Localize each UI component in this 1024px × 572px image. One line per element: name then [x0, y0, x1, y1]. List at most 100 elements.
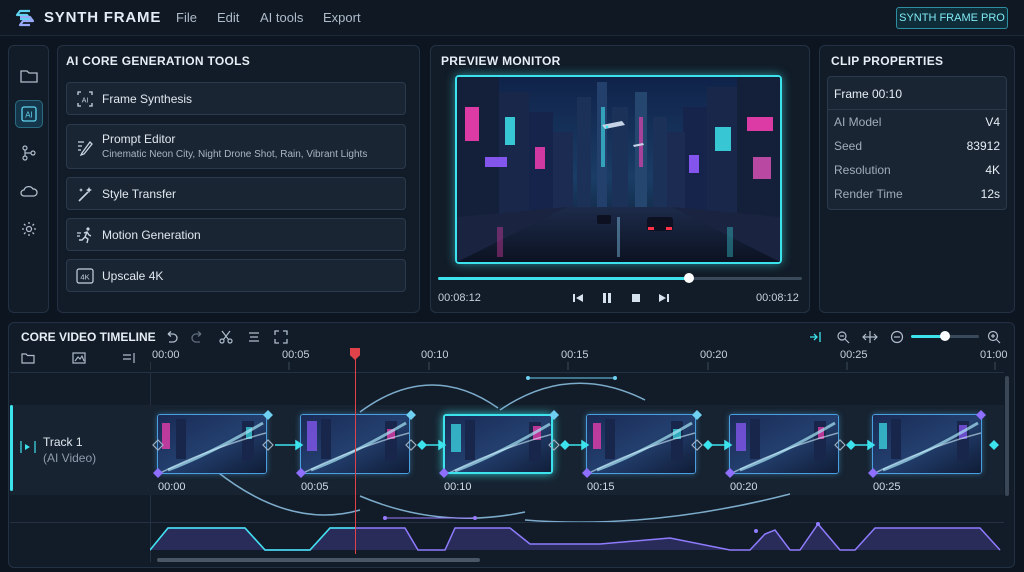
- fullscreen-button[interactable]: [273, 329, 289, 345]
- clip-time: 00:05: [301, 481, 329, 493]
- menu-ai-tools[interactable]: AI tools: [260, 10, 303, 25]
- skip-back-button[interactable]: [570, 290, 586, 306]
- zoom-search-button[interactable]: [835, 329, 851, 345]
- prop-label: Resolution: [834, 163, 891, 177]
- horizontal-scrollbar[interactable]: [157, 558, 480, 562]
- left-rail: AI: [8, 45, 49, 313]
- cut-button[interactable]: [218, 329, 234, 345]
- prompt-text[interactable]: Cinematic Neon City, Night Drone Shot, R…: [102, 149, 367, 160]
- tool-label: Upscale 4K: [102, 269, 164, 283]
- tool-style-transfer[interactable]: Style Transfer: [66, 177, 406, 210]
- automation-curve[interactable]: [150, 520, 1006, 556]
- skip-forward-button[interactable]: [656, 290, 672, 306]
- skip-forward-icon: [659, 294, 669, 302]
- track-type: (AI Video): [43, 451, 97, 465]
- gear-icon: [22, 222, 36, 236]
- pause-button[interactable]: [599, 290, 615, 306]
- prop-row-render-time: Render Time 12s: [834, 187, 1000, 203]
- tool-upscale-4k[interactable]: 4K Upscale 4K: [66, 259, 406, 292]
- zoom-slider[interactable]: [911, 331, 979, 341]
- branch-icon: [22, 145, 36, 161]
- clip-time: 00:15: [587, 481, 615, 493]
- rail-ai-button[interactable]: AI: [15, 100, 43, 128]
- clip-time: 00:00: [158, 481, 186, 493]
- frame-label: Frame 00:10: [834, 87, 903, 101]
- undo-icon: [167, 331, 178, 343]
- zoom-in-icon: [987, 330, 1001, 344]
- menu-edit[interactable]: Edit: [217, 10, 239, 25]
- fullscreen-icon: [274, 330, 288, 344]
- zoom-out-icon: [890, 330, 904, 344]
- prop-value: 83912: [966, 139, 1000, 153]
- align-button[interactable]: [246, 329, 262, 345]
- tool-frame-synthesis[interactable]: AI Frame Synthesis: [66, 82, 406, 115]
- timeline-title: CORE VIDEO TIMELINE: [21, 330, 156, 344]
- undo-button[interactable]: [163, 329, 179, 345]
- clip-time: 00:10: [444, 481, 472, 493]
- folder-icon: [21, 353, 35, 364]
- folder-icon: [20, 70, 38, 83]
- fit-button[interactable]: [862, 329, 878, 345]
- city-scene-image: [457, 77, 780, 262]
- redo-button[interactable]: [190, 329, 206, 345]
- prop-row-resolution: Resolution 4K: [834, 163, 1000, 179]
- track-settings-icon: [123, 353, 135, 363]
- magic-wand-icon: [78, 187, 92, 202]
- track-video-icon: [20, 441, 36, 453]
- stop-icon: [632, 294, 640, 302]
- vertical-scrollbar[interactable]: [1005, 376, 1009, 496]
- tool-motion-generation[interactable]: Motion Generation: [66, 218, 406, 251]
- timeline-folder-button[interactable]: [20, 350, 36, 366]
- prop-label: Seed: [834, 139, 863, 153]
- track-name: Track 1: [43, 435, 83, 449]
- current-time: 00:08:12: [438, 292, 481, 304]
- snap-icon: [810, 332, 821, 342]
- cloud-icon: [20, 185, 38, 197]
- menu-export[interactable]: Export: [323, 10, 361, 25]
- timeline-media-button[interactable]: [71, 350, 87, 366]
- tool-prompt-editor[interactable]: Prompt Editor Cinematic Neon City, Night…: [66, 124, 406, 169]
- prop-value: V4: [985, 115, 1000, 129]
- svg-text:AI: AI: [25, 111, 33, 120]
- keyframe-overlay: [152, 410, 999, 478]
- tool-label: Prompt Editor: [102, 132, 176, 146]
- zoom-in-button[interactable]: [986, 329, 1002, 345]
- rail-cloud-button[interactable]: [15, 177, 43, 205]
- divider: [828, 109, 1006, 110]
- zoom-knob[interactable]: [940, 331, 950, 341]
- snap-button[interactable]: [808, 329, 824, 345]
- svg-text:AI: AI: [82, 98, 89, 105]
- total-time: 00:08:12: [756, 292, 799, 304]
- ai-icon: AI: [21, 106, 37, 122]
- logo-icon: [15, 9, 35, 27]
- clip-time: 00:20: [730, 481, 758, 493]
- svg-text:4K: 4K: [80, 273, 89, 282]
- prop-row-seed: Seed 83912: [834, 139, 1000, 155]
- ai-frame-icon: AI: [77, 91, 93, 107]
- pen-icon: [78, 141, 93, 156]
- rail-folder-button[interactable]: [15, 62, 43, 90]
- stop-button[interactable]: [628, 290, 644, 306]
- app-title: SYNTH FRAME: [44, 9, 162, 26]
- rail-settings-button[interactable]: [15, 215, 43, 243]
- ruler-ticks: [150, 362, 996, 370]
- timeline-track-button[interactable]: [121, 350, 137, 366]
- rail-branch-button[interactable]: [15, 139, 43, 167]
- tool-label: Style Transfer: [102, 187, 177, 201]
- media-icon: [72, 352, 86, 364]
- playhead-line: [355, 356, 356, 554]
- preview-scrubber[interactable]: [438, 273, 802, 283]
- pause-icon: [603, 293, 611, 303]
- zoom-out-button[interactable]: [889, 329, 905, 345]
- prop-row-ai-model: AI Model V4: [834, 115, 1000, 131]
- menu-file[interactable]: File: [176, 10, 197, 25]
- clip-time: 00:25: [873, 481, 901, 493]
- fit-icon: [862, 331, 878, 343]
- top-bar: SYNTH FRAME File Edit AI tools Export SY…: [0, 0, 1024, 36]
- prop-label: Render Time: [834, 187, 903, 201]
- pro-badge[interactable]: SYNTH FRAME PRO: [896, 7, 1008, 29]
- preview-video[interactable]: [455, 75, 782, 264]
- scissors-icon: [219, 330, 233, 344]
- 4k-icon: 4K: [76, 268, 94, 284]
- preview-title: PREVIEW MONITOR: [441, 54, 561, 68]
